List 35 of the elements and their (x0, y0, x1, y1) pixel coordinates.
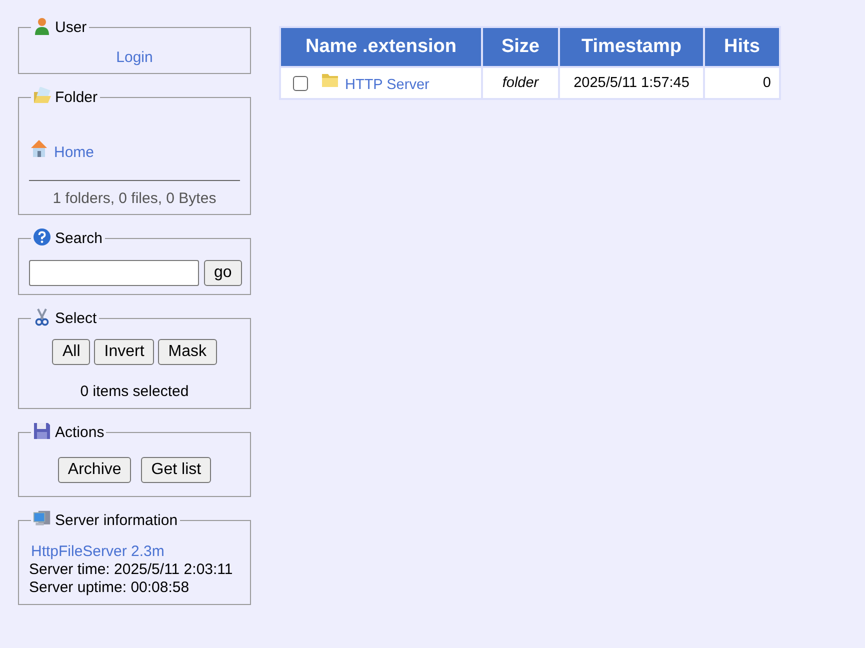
house-icon (29, 138, 49, 158)
go-button[interactable]: go (204, 260, 242, 286)
hits-cell: 0 (705, 68, 779, 98)
panel-title: Server information (55, 512, 178, 530)
size-cell: folder (483, 68, 558, 98)
action-button[interactable]: Get list (141, 457, 212, 483)
computer-icon (33, 510, 51, 528)
open-folder-icon (33, 87, 51, 105)
user-icon (33, 17, 51, 35)
column-header[interactable]: Hits (705, 28, 779, 66)
login-link[interactable]: Login (116, 49, 153, 66)
column-header[interactable]: Timestamp (560, 28, 703, 66)
panel-title: Actions (55, 424, 104, 442)
select-button[interactable]: Invert (94, 339, 154, 365)
folder-summary: 1 folders, 0 files, 0 Bytes (52, 190, 218, 208)
selection-status: 0 items selected (79, 382, 190, 402)
version-link[interactable]: HttpFileServer 2.3m (29, 543, 240, 561)
action-button[interactable]: Archive (58, 457, 132, 483)
server-info-text: Server time: 2025/5/11 2:03:11 (29, 561, 234, 579)
timestamp-cell: 2025/5/11 1:57:45 (560, 68, 703, 98)
column-header[interactable]: Name .extension (281, 28, 481, 66)
panel-title: Select (55, 310, 97, 328)
panel-title: Search (55, 230, 103, 248)
panel-title: Folder (55, 89, 98, 107)
select-button[interactable]: All (52, 339, 90, 365)
row-checkbox[interactable] (293, 76, 308, 90)
scissors-icon (33, 308, 51, 326)
folder-icon (321, 72, 339, 88)
home-link[interactable]: Home (54, 144, 94, 161)
select-button[interactable]: Mask (158, 339, 217, 365)
search-field[interactable] (29, 260, 199, 286)
panel-title: User (55, 19, 87, 37)
help-icon (33, 228, 51, 246)
server-info-text: Server uptime: 00:08:58 (29, 579, 190, 597)
column-header[interactable]: Size (483, 28, 558, 66)
